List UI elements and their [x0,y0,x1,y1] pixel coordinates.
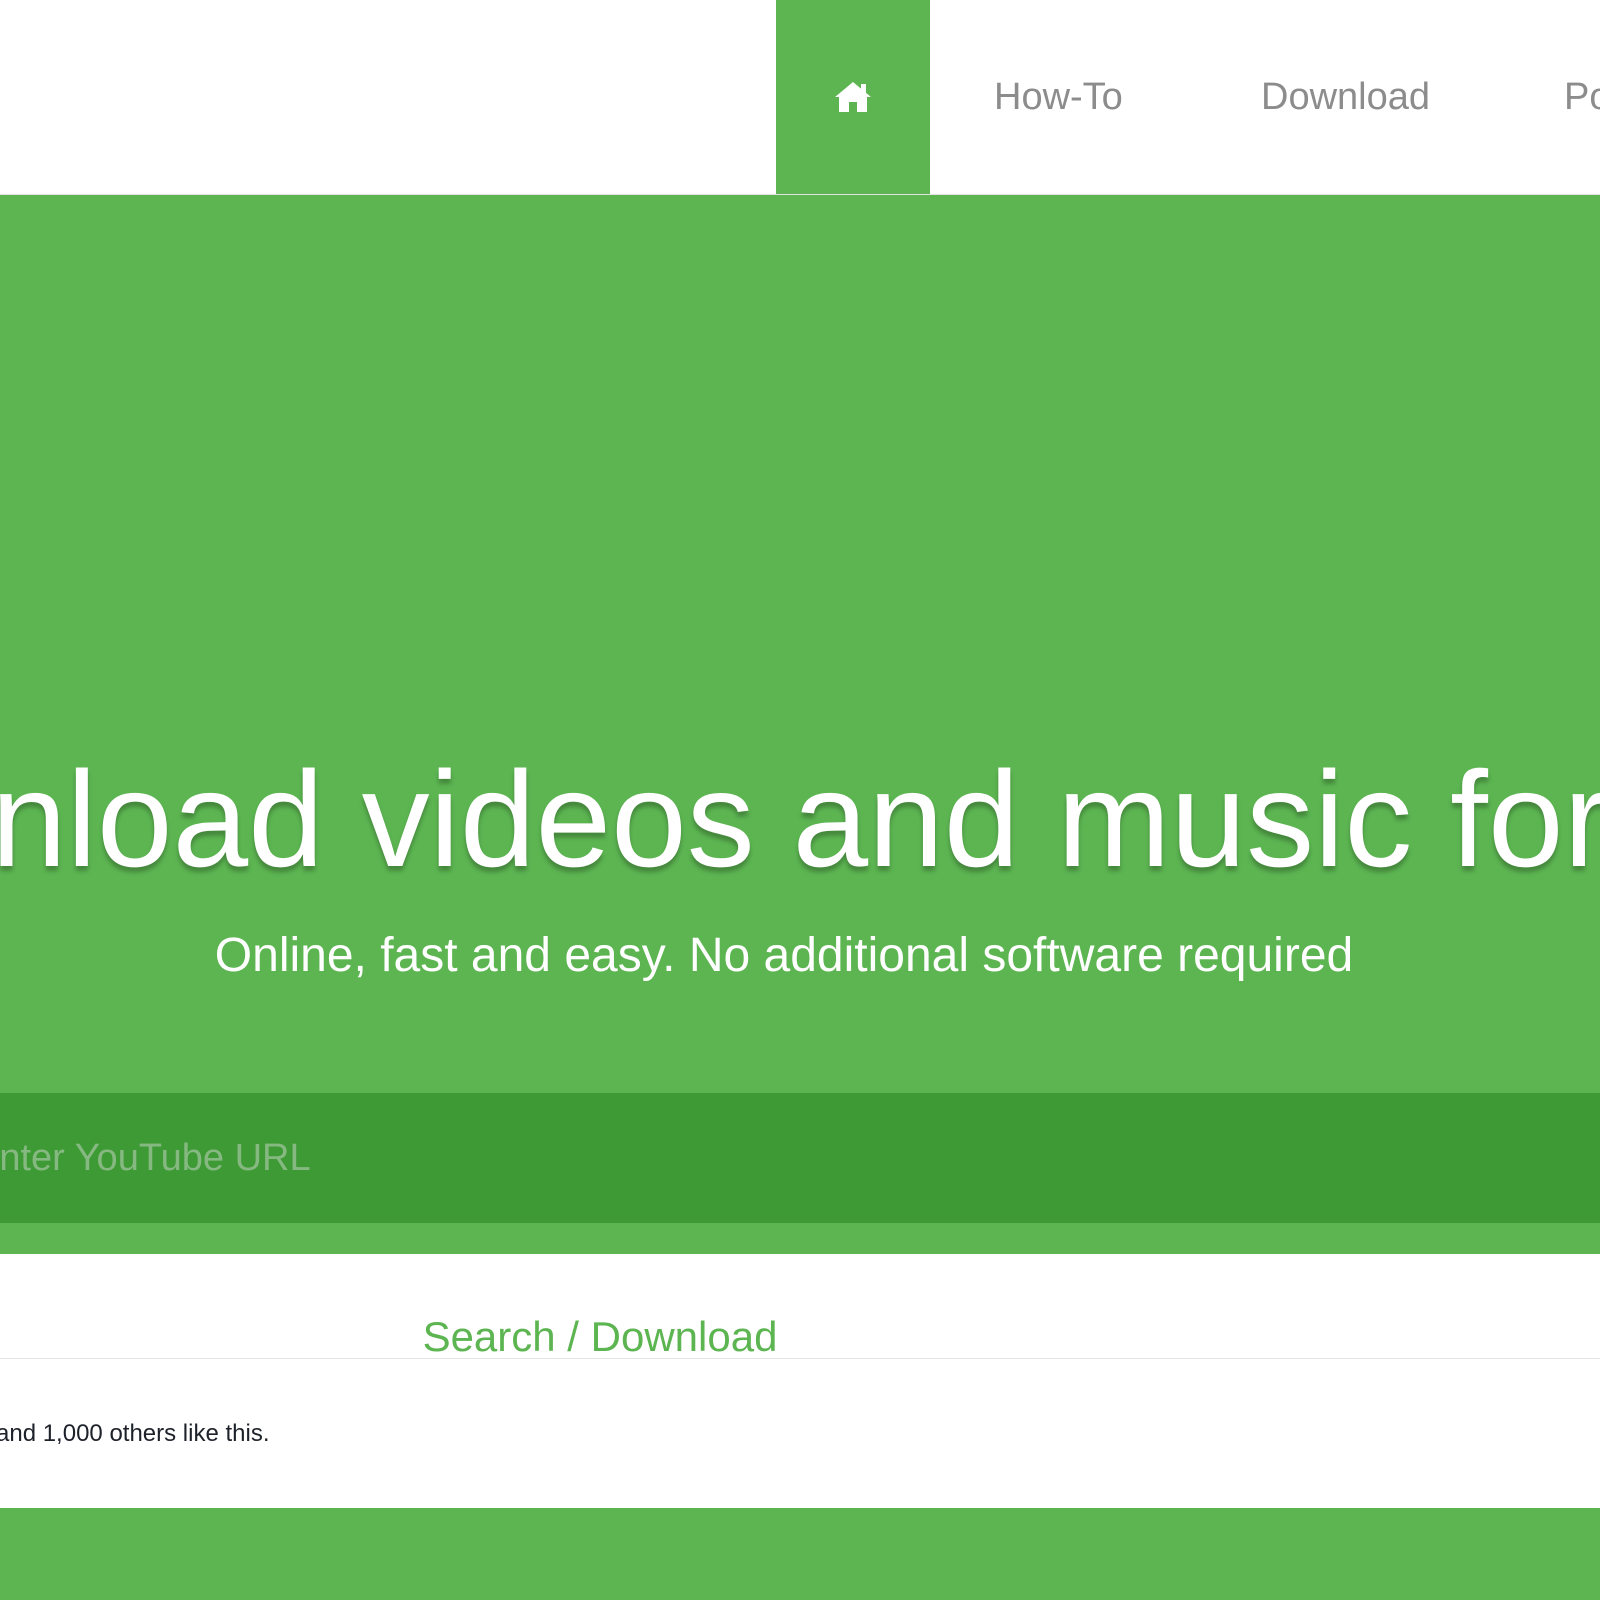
loop-video-button[interactable]: Loop video [865,1276,1213,1397]
home-icon [835,82,871,112]
top-nav: How-To Download Po [0,0,1600,195]
hero-title: Download videos and music for free [0,743,1600,895]
page: How-To Download Po Download videos and m… [0,0,1600,1600]
hero-subtitle: Online, fast and easy. No additional sof… [214,929,1354,982]
search-download-button[interactable]: Search / Download [345,1276,855,1397]
social-like-text: and 1,000 others like this. [0,1420,270,1447]
nav-home-button[interactable] [776,0,930,194]
footer-band [0,1508,1600,1600]
hero-section: Download videos and music for free Onlin… [0,195,1600,1397]
nav-item-partial[interactable]: Po [1564,0,1600,194]
nav-item-download[interactable]: Download [1261,0,1430,194]
nav-item-how-to[interactable]: How-To [994,0,1123,194]
divider [0,1358,1600,1359]
youtube-url-input[interactable] [0,1093,1594,1223]
url-bar [0,1093,1600,1223]
